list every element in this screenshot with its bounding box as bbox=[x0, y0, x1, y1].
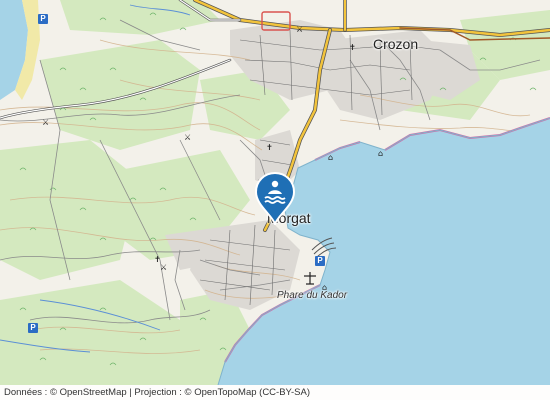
parking-icon: P bbox=[315, 256, 325, 266]
map-attribution: Données : © OpenStreetMap | Projection :… bbox=[0, 385, 550, 400]
map-viewport[interactable]: ⚔ ⚔ ⚔ ⚔ ✝ ✝ ✝ ⌂ ⌂ ⌂ P P P Crozon Morgat … bbox=[0, 0, 550, 400]
svg-text:⚔: ⚔ bbox=[184, 133, 191, 142]
svg-text:✝: ✝ bbox=[349, 43, 356, 52]
parking-icon: P bbox=[28, 323, 38, 333]
place-label-lighthouse: Phare du Kador bbox=[277, 290, 348, 301]
svg-text:⚔: ⚔ bbox=[160, 263, 167, 272]
place-label-crozon: Crozon bbox=[373, 36, 419, 52]
svg-text:✝: ✝ bbox=[266, 143, 273, 152]
svg-text:⚔: ⚔ bbox=[42, 118, 49, 127]
svg-text:✝: ✝ bbox=[154, 255, 161, 264]
location-marker[interactable] bbox=[254, 171, 296, 228]
parking-icon: P bbox=[38, 14, 48, 24]
svg-text:⌂: ⌂ bbox=[378, 149, 383, 158]
svg-text:⌂: ⌂ bbox=[328, 153, 333, 162]
svg-text:⚔: ⚔ bbox=[296, 25, 303, 34]
